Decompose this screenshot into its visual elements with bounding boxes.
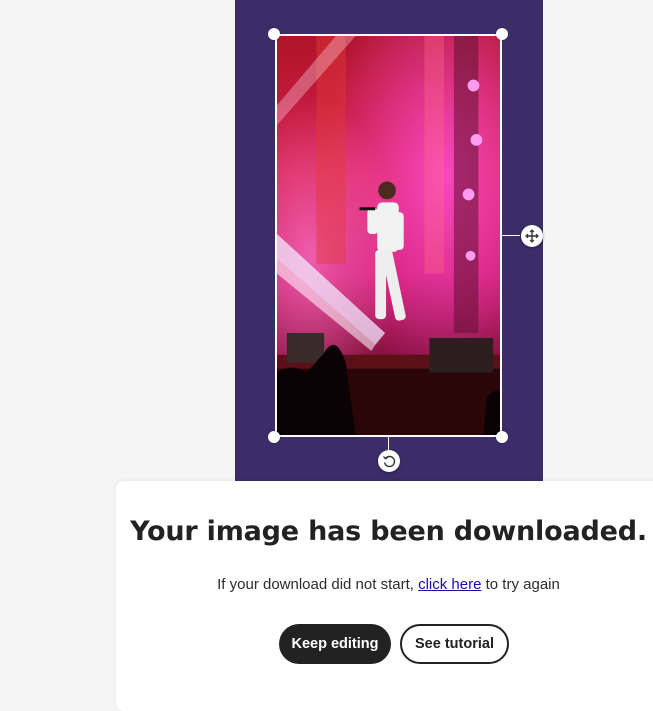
- rotate-icon: [383, 455, 396, 468]
- see-tutorial-button[interactable]: See tutorial: [400, 624, 509, 664]
- move-arrows-icon: [525, 229, 539, 243]
- retry-download-link[interactable]: click here: [418, 576, 481, 593]
- dialog-message-prefix: If your download did not start,: [217, 576, 419, 593]
- resize-handle-top-right[interactable]: [496, 28, 508, 40]
- move-connector-line: [502, 235, 520, 236]
- concert-photo[interactable]: [275, 34, 502, 437]
- move-handle[interactable]: [521, 225, 543, 247]
- resize-handle-bottom-right[interactable]: [496, 431, 508, 443]
- resize-handle-top-left[interactable]: [268, 28, 280, 40]
- rotate-connector-line: [388, 437, 389, 450]
- download-dialog: Your image has been downloaded. If your …: [116, 481, 653, 711]
- dialog-title: Your image has been downloaded.: [130, 516, 647, 547]
- resize-handle-bottom-left[interactable]: [268, 431, 280, 443]
- dialog-message: If your download did not start, click he…: [116, 576, 653, 593]
- rotate-handle[interactable]: [378, 450, 400, 472]
- keep-editing-button[interactable]: Keep editing: [279, 624, 391, 664]
- dialog-message-suffix: to try again: [481, 576, 560, 593]
